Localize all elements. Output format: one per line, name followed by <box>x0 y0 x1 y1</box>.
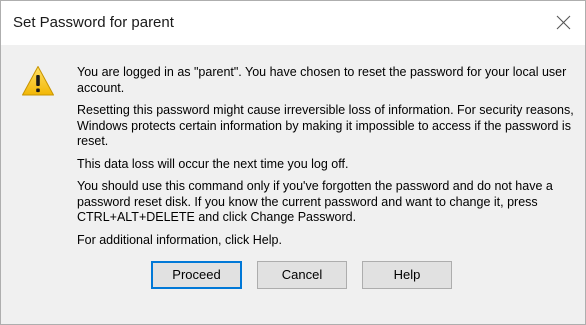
message-paragraph: Resetting this password might cause irre… <box>77 103 574 148</box>
message-paragraph: You should use this command only if you'… <box>77 179 553 224</box>
title-bar[interactable]: Set Password for parent <box>1 1 585 45</box>
message-text: You are logged in as "parent". You have … <box>77 65 577 255</box>
message-paragraph: You are logged in as "parent". You have … <box>77 65 567 95</box>
cancel-button[interactable]: Cancel <box>257 261 347 289</box>
proceed-button[interactable]: Proceed <box>151 261 242 289</box>
message-paragraph: For additional information, click Help. <box>77 232 282 247</box>
message-paragraph: This data loss will occur the next time … <box>77 156 349 171</box>
close-icon <box>556 15 571 30</box>
set-password-dialog: Set Password for parent You are logged i… <box>0 0 586 325</box>
dialog-body: You are logged in as "parent". You have … <box>1 45 585 324</box>
dialog-title: Set Password for parent <box>13 14 174 31</box>
button-row: Proceed Cancel Help <box>1 261 585 293</box>
help-button[interactable]: Help <box>362 261 452 289</box>
warning-icon <box>22 66 54 96</box>
close-button[interactable] <box>541 1 585 45</box>
